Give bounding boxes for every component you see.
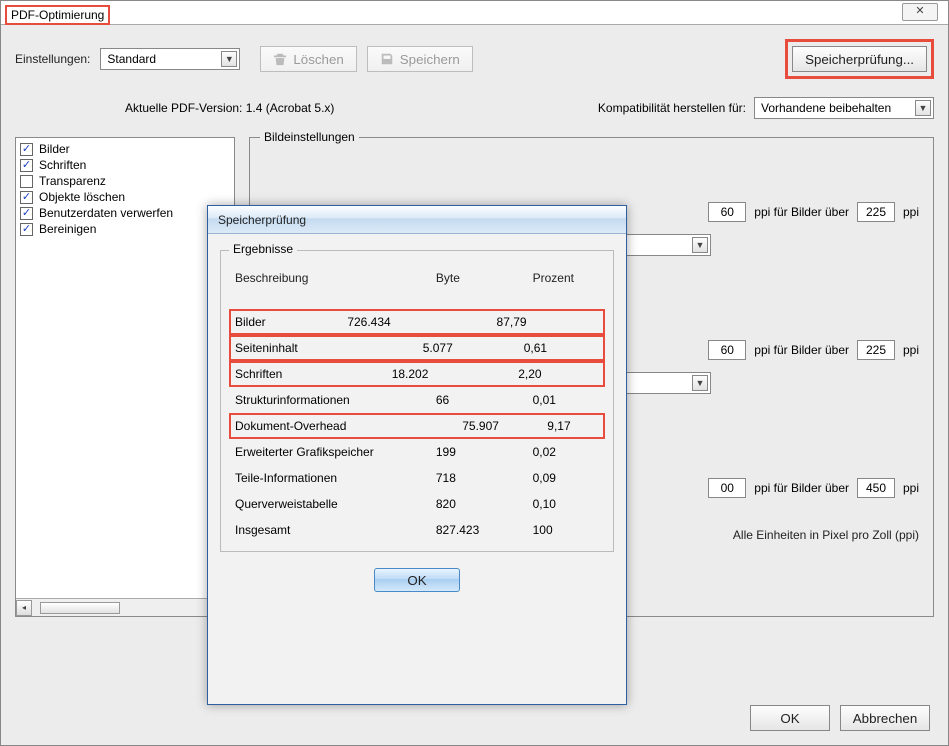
scroll-left-icon[interactable]: ◂ [16, 600, 32, 616]
sidebar-item-label: Benutzerdaten verwerfen [39, 206, 173, 220]
sidebar-item-label: Schriften [39, 158, 86, 172]
window-title: PDF-Optimierung [5, 5, 110, 25]
ppi-to-field[interactable]: 60 [708, 202, 746, 222]
cancel-button[interactable]: Abbrechen [840, 705, 930, 731]
audit-dialog: Speicherprüfung Ergebnisse Beschreibung … [207, 205, 627, 705]
scrollbar[interactable]: ◂ ▸ [16, 598, 234, 616]
table-row: Erweiterter Grafikspeicher1990,02 [231, 439, 603, 465]
ppi-to-field[interactable]: 60 [708, 340, 746, 360]
results-label: Ergebnisse [229, 242, 297, 256]
table-row: Querverweistabelle8200,10 [231, 491, 603, 517]
sidebar-item[interactable]: Benutzerdaten verwerfen [20, 205, 230, 221]
preset-value: Standard [107, 52, 156, 66]
checkbox[interactable] [20, 175, 33, 188]
ppi-over-field[interactable]: 450 [857, 478, 895, 498]
checkbox[interactable] [20, 207, 33, 220]
ppi-over-field[interactable]: 225 [857, 202, 895, 222]
sidebar-item[interactable]: Bereinigen [20, 221, 230, 237]
category-list: Bilder Schriften Transparenz Objekte lösche… [15, 137, 235, 617]
save-button[interactable]: Speichern [367, 46, 473, 72]
chevron-down-icon[interactable]: ▼ [915, 100, 931, 116]
sidebar-item-label: Transparenz [39, 174, 106, 188]
table-row: Bilder726.43487,79 [231, 309, 603, 335]
checkbox[interactable] [20, 143, 33, 156]
dialog-title: Speicherprüfung [208, 206, 626, 234]
panel-title: Bildeinstellungen [260, 130, 359, 144]
sidebar-item[interactable]: Transparenz [20, 173, 230, 189]
sidebar-item[interactable]: Bilder [20, 141, 230, 157]
dialog-ok-button[interactable]: OK [374, 568, 460, 592]
chevron-down-icon[interactable]: ▼ [692, 237, 708, 253]
checkbox[interactable] [20, 191, 33, 204]
scroll-thumb[interactable] [40, 602, 120, 614]
ppi-to-field[interactable]: 00 [708, 478, 746, 498]
trash-icon [273, 52, 287, 66]
sidebar-item-label: Objekte löschen [39, 190, 125, 204]
checkbox[interactable] [20, 159, 33, 172]
version-label: Aktuelle PDF-Version: 1.4 (Acrobat 5.x) [125, 101, 334, 115]
sidebar-item-label: Bereinigen [39, 222, 96, 236]
delete-button[interactable]: Löschen [260, 46, 356, 72]
table-row: Dokument-Overhead75.9079,17 [231, 413, 603, 439]
title-bar: PDF-Optimierung ✕ [1, 1, 948, 25]
sidebar-item[interactable]: Schriften [20, 157, 230, 173]
table-row: Insgesamt827.423100 [231, 517, 603, 543]
compat-select[interactable]: Vorhandene beibehalten ▼ [754, 97, 934, 119]
close-button[interactable]: ✕ [902, 3, 938, 21]
settings-label: Einstellungen: [15, 52, 90, 66]
table-row: Schriften18.2022,20 [231, 361, 603, 387]
sidebar-item[interactable]: Objekte löschen [20, 189, 230, 205]
compat-label: Kompatibilität herstellen für: [598, 101, 746, 115]
results-table: Beschreibung Byte Prozent Bilder726.4348… [231, 265, 603, 543]
table-row: Strukturinformationen660,01 [231, 387, 603, 413]
ok-button[interactable]: OK [750, 705, 830, 731]
preset-select[interactable]: Standard ▼ [100, 48, 240, 70]
save-icon [380, 52, 394, 66]
checkbox[interactable] [20, 223, 33, 236]
table-row: Teile-Informationen7180,09 [231, 465, 603, 491]
chevron-down-icon[interactable]: ▼ [692, 375, 708, 391]
ppi-over-field[interactable]: 225 [857, 340, 895, 360]
chevron-down-icon[interactable]: ▼ [221, 51, 237, 67]
sidebar-item-label: Bilder [39, 142, 70, 156]
audit-highlight: Speicherprüfung... [785, 39, 934, 79]
table-row: Seiteninhalt5.0770,61 [231, 335, 603, 361]
audit-button[interactable]: Speicherprüfung... [792, 46, 927, 72]
